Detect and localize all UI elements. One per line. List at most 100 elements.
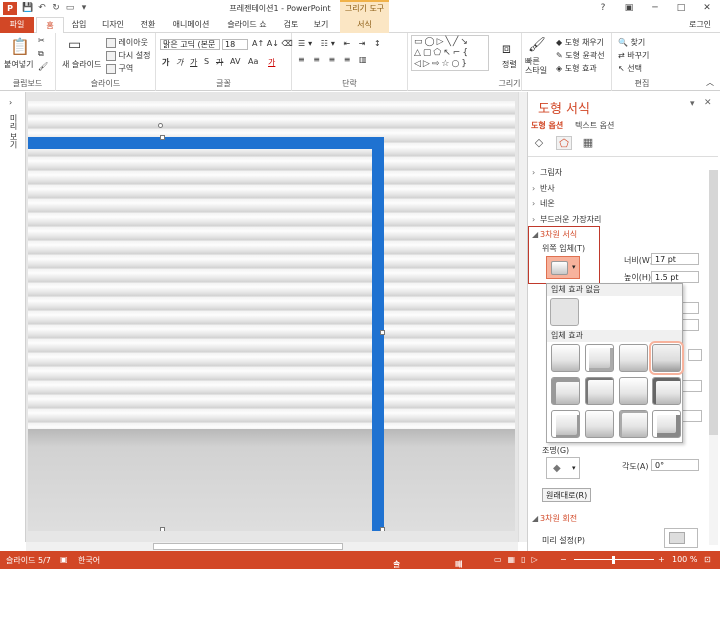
- lighting-dropdown[interactable]: ◆ ▾: [546, 457, 580, 479]
- change-case-button[interactable]: Aa: [248, 57, 258, 66]
- zoom-level[interactable]: 100 %: [672, 555, 697, 564]
- section-shadow[interactable]: › 그림자: [532, 167, 702, 178]
- zoom-slider-thumb[interactable]: [612, 556, 615, 564]
- font-color-button[interactable]: 가: [268, 57, 275, 68]
- pane-close-icon[interactable]: ✕: [704, 98, 712, 108]
- help-icon[interactable]: ?: [590, 0, 616, 17]
- language-indicator[interactable]: 한국어: [78, 555, 100, 566]
- zoom-in-icon[interactable]: +: [658, 555, 665, 564]
- section-glow[interactable]: › 네온: [532, 198, 702, 209]
- shadow-button[interactable]: S: [204, 57, 209, 66]
- selection-handle[interactable]: [380, 330, 385, 335]
- bevel-option-convex[interactable]: [619, 377, 648, 405]
- format-painter-icon[interactable]: 🖌: [38, 62, 48, 71]
- cut-icon[interactable]: ✂: [38, 36, 45, 45]
- font-size-select[interactable]: 18: [222, 39, 248, 50]
- redo-icon[interactable]: ↻: [50, 2, 62, 14]
- selection-handle[interactable]: [160, 527, 165, 531]
- bevel-option-soft-round[interactable]: [585, 377, 614, 405]
- shapes-row-icon[interactable]: ◁▷⇨☆○}: [414, 59, 469, 69]
- font-name-select[interactable]: 맑은 고딕 (본문: [160, 39, 220, 50]
- undo-icon[interactable]: ↶: [36, 2, 48, 14]
- shape-effects-button[interactable]: ◈ 도형 효과: [556, 63, 597, 74]
- reset-button[interactable]: 다시 설정: [106, 50, 151, 61]
- tab-file[interactable]: 파일: [0, 17, 34, 33]
- bullets-icon[interactable]: ☰▾ ☷▾ ⇤ ⇥ ↕: [298, 39, 384, 48]
- spellcheck-icon[interactable]: ▣: [60, 555, 68, 564]
- ribbon-display-icon[interactable]: ▣: [616, 0, 642, 17]
- login-link[interactable]: 로그인: [680, 17, 720, 33]
- new-slide-button[interactable]: 새 슬라이드: [62, 59, 101, 70]
- section-3d-format[interactable]: ◢ 3차원 서식: [532, 229, 702, 240]
- bevel-option-slope[interactable]: [652, 377, 681, 405]
- customize-qat-icon[interactable]: ▾: [78, 2, 90, 14]
- copy-icon[interactable]: ⧉: [38, 49, 44, 59]
- shape-outline-button[interactable]: ✎ 도형 윤곽선: [556, 50, 605, 61]
- quick-styles-icon[interactable]: 🖌: [528, 37, 546, 53]
- height-input[interactable]: 1.5 pt: [651, 271, 699, 283]
- tab-insert[interactable]: 삽입: [66, 17, 92, 33]
- shapes-gallery[interactable]: ▭◯▷╲╱↘ △▢⬠↖⌐{ ◁▷⇨☆○}: [411, 35, 489, 71]
- rotation-handle[interactable]: [158, 123, 163, 128]
- bevel-option-riblet[interactable]: [585, 410, 614, 438]
- tab-animations[interactable]: 애니메이션: [166, 17, 216, 33]
- strikethrough-button[interactable]: 가: [216, 57, 223, 68]
- close-icon[interactable]: ✕: [694, 0, 720, 17]
- section-3d-rotation[interactable]: ◢ 3차원 회전: [532, 513, 702, 524]
- expand-panel-icon[interactable]: ›: [9, 98, 12, 107]
- section-reflection[interactable]: › 반사: [532, 183, 702, 194]
- fill-line-icon[interactable]: ◇: [531, 136, 547, 150]
- pane-options-icon[interactable]: ▾: [690, 99, 695, 109]
- select-button[interactable]: ↖ 선택: [618, 63, 642, 74]
- powerpoint-logo-icon[interactable]: P: [3, 2, 17, 15]
- bevel-option-cool-slant[interactable]: [649, 341, 684, 375]
- collapse-ribbon-icon[interactable]: ︿: [706, 77, 714, 88]
- paste-icon[interactable]: 📋: [10, 37, 30, 56]
- replace-button[interactable]: ⇄ 바꾸기: [618, 50, 649, 61]
- tab-view[interactable]: 보기: [308, 17, 334, 33]
- section-button[interactable]: 구역: [106, 63, 133, 74]
- paste-button[interactable]: 붙여넣기: [4, 59, 33, 70]
- fit-slide-icon[interactable]: ⊡: [704, 555, 711, 564]
- char-spacing-button[interactable]: AV: [230, 57, 240, 66]
- tab-review[interactable]: 검토: [278, 17, 304, 33]
- selection-handle[interactable]: [160, 135, 165, 140]
- grow-font-icon[interactable]: A↑ A↓ ⌫: [252, 39, 293, 48]
- bevel-option-divot[interactable]: [551, 410, 580, 438]
- view-buttons-icon[interactable]: ▭▦▯▷: [494, 555, 544, 564]
- bevel-option-angle[interactable]: [551, 377, 580, 405]
- arrange-button[interactable]: 정렬: [502, 59, 517, 70]
- shapes-row-icon[interactable]: ▭◯▷╲╱↘: [414, 37, 470, 47]
- tab-design[interactable]: 디자인: [96, 17, 130, 33]
- bevel-option-art-deco[interactable]: [652, 410, 681, 438]
- preset-dropdown[interactable]: [664, 528, 698, 548]
- horizontal-scrollbar[interactable]: [26, 542, 518, 551]
- shapes-row-icon[interactable]: △▢⬠↖⌐{: [414, 48, 470, 58]
- horizontal-scroll-thumb[interactable]: [153, 543, 343, 550]
- bevel-option-hard-edge[interactable]: [619, 410, 648, 438]
- shape-fill-button[interactable]: ◆ 도형 채우기: [556, 37, 604, 48]
- size-properties-icon[interactable]: ▦: [580, 136, 596, 150]
- save-icon[interactable]: 💾: [22, 2, 34, 14]
- tab-format[interactable]: 서식: [340, 17, 389, 33]
- selection-handle[interactable]: [380, 527, 385, 531]
- zoom-out-icon[interactable]: −: [560, 555, 567, 564]
- bevel-option-relaxed-inset[interactable]: [585, 344, 614, 372]
- blue-horizontal-bar-shape[interactable]: [28, 137, 384, 149]
- effects-pentagon-icon[interactable]: ⬠: [556, 136, 572, 150]
- arrange-icon[interactable]: ⧈: [502, 41, 511, 57]
- minimize-icon[interactable]: ─: [642, 0, 668, 17]
- new-slide-icon[interactable]: ▭: [68, 37, 81, 53]
- tab-transitions[interactable]: 전환: [134, 17, 162, 33]
- start-slideshow-icon[interactable]: ▭: [64, 2, 76, 14]
- pane-scroll-thumb[interactable]: [709, 170, 718, 435]
- vertical-scrollbar[interactable]: [518, 92, 527, 542]
- tab-home[interactable]: 홈: [36, 17, 64, 34]
- width-input[interactable]: 17 pt: [651, 253, 699, 265]
- depth-color-button[interactable]: [688, 349, 702, 361]
- section-soft-edges[interactable]: › 부드러운 가장자리: [532, 214, 702, 225]
- layout-button[interactable]: 레이아웃: [106, 37, 148, 48]
- underline-button[interactable]: 가: [190, 57, 197, 68]
- bevel-option-circle[interactable]: [551, 344, 580, 372]
- reset-3d-button[interactable]: 원래대로(R): [542, 488, 592, 502]
